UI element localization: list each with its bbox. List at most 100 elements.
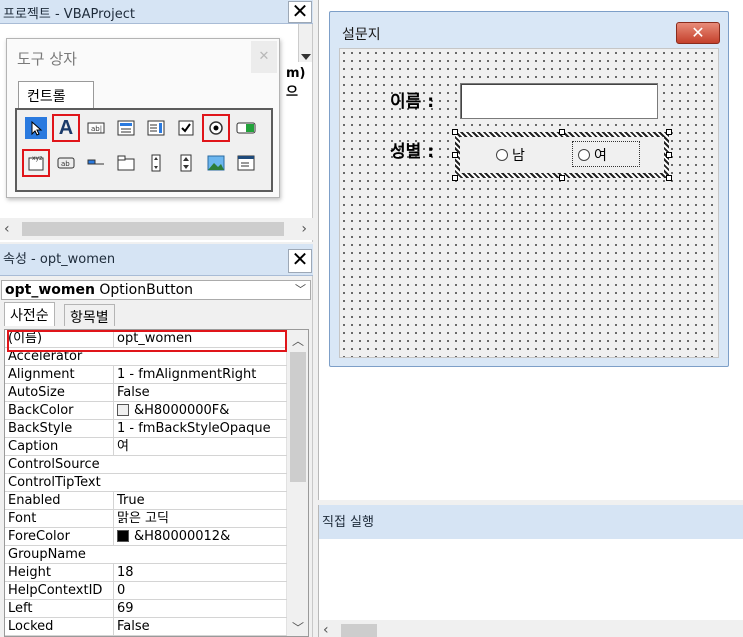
object-type: OptionButton bbox=[99, 282, 194, 298]
property-name: ControlSource bbox=[8, 457, 100, 472]
image-icon[interactable] bbox=[205, 152, 227, 174]
select-objects-icon[interactable] bbox=[25, 117, 47, 139]
property-name: Alignment bbox=[8, 367, 75, 382]
userform-close-button[interactable]: ✕ bbox=[676, 22, 720, 44]
gender-label[interactable]: 성별 : bbox=[390, 137, 434, 162]
property-row[interactable]: GroupName bbox=[5, 546, 287, 564]
option-male-label: 남 bbox=[512, 148, 525, 164]
property-name: HelpContextID bbox=[8, 583, 103, 598]
property-value[interactable]: True bbox=[113, 492, 285, 509]
color-swatch bbox=[117, 404, 129, 416]
refedit-icon[interactable] bbox=[235, 152, 257, 174]
property-row[interactable]: Enabled True bbox=[5, 492, 287, 510]
immediate-horizontal-scrollbar[interactable]: ‹ bbox=[319, 620, 743, 637]
resize-handle[interactable] bbox=[452, 152, 458, 158]
commandbutton-icon[interactable]: ab bbox=[55, 152, 77, 174]
property-value[interactable]: 18 bbox=[113, 564, 285, 581]
object-name: opt_women bbox=[5, 282, 95, 298]
object-selector-dropdown[interactable]: opt_women OptionButton ﹀ bbox=[1, 280, 311, 300]
svg-text:ab: ab bbox=[61, 160, 70, 168]
property-row[interactable]: Font 맑은 고딕 bbox=[5, 510, 287, 528]
property-row[interactable]: BackColor &H8000000F& bbox=[5, 402, 287, 420]
form-designer-area: 설문지 ✕ 이름 : 성별 : 남 여 bbox=[318, 0, 743, 500]
property-row[interactable]: AutoSize False bbox=[5, 384, 287, 402]
property-row[interactable]: Locked False bbox=[5, 618, 287, 636]
gender-frame[interactable]: 남 여 bbox=[455, 132, 669, 178]
togglebutton-icon[interactable] bbox=[235, 117, 257, 139]
properties-titlebar[interactable]: 속성 - opt_women ✕ bbox=[0, 244, 313, 276]
multipage-icon[interactable] bbox=[115, 152, 137, 174]
properties-pane: 속성 - opt_women ✕ opt_women OptionButton … bbox=[0, 244, 313, 637]
tab-alphabetic[interactable]: 사전순 bbox=[4, 302, 55, 326]
resize-handle[interactable] bbox=[666, 152, 672, 158]
optionbutton-icon[interactable] bbox=[202, 114, 230, 142]
property-row[interactable]: BackStyle 1 - fmBackStyleOpaque bbox=[5, 420, 287, 438]
scroll-thumb[interactable] bbox=[290, 352, 306, 482]
scroll-down-icon[interactable]: ﹀ bbox=[292, 619, 304, 636]
resize-handle[interactable] bbox=[559, 175, 565, 181]
resize-handle[interactable] bbox=[452, 175, 458, 181]
project-close-button[interactable]: ✕ bbox=[288, 1, 312, 23]
label-icon[interactable]: A bbox=[52, 114, 80, 142]
tab-categorized[interactable]: 항목별 bbox=[64, 304, 115, 326]
scroll-down-icon[interactable] bbox=[301, 54, 311, 60]
project-vertical-scrollbar[interactable] bbox=[298, 24, 312, 62]
property-row[interactable]: Alignment 1 - fmAlignmentRight bbox=[5, 366, 287, 384]
scroll-thumb[interactable] bbox=[341, 624, 377, 637]
userform-canvas[interactable]: 이름 : 성별 : 남 여 bbox=[339, 48, 719, 358]
property-value[interactable]: &H8000000F& bbox=[113, 402, 285, 419]
property-value[interactable]: 맑은 고딕 bbox=[113, 510, 285, 527]
combobox-icon[interactable] bbox=[115, 117, 137, 139]
property-value[interactable]: 69 bbox=[113, 600, 285, 617]
scrollbar-icon[interactable] bbox=[145, 152, 167, 174]
property-value[interactable]: 1 - fmAlignmentRight bbox=[113, 366, 285, 383]
toolbox-controls-panel: A ab| xyz ab bbox=[15, 108, 273, 192]
listbox-icon[interactable] bbox=[145, 117, 167, 139]
project-titlebar[interactable]: 프로젝트 - VBAProject ✕ bbox=[0, 0, 313, 24]
option-male[interactable]: 남 bbox=[496, 145, 525, 165]
checkbox-icon[interactable] bbox=[175, 117, 197, 139]
property-value[interactable]: &H80000012& bbox=[113, 528, 285, 545]
properties-close-button[interactable]: ✕ bbox=[288, 249, 312, 273]
toolbox-close-button[interactable]: ✕ bbox=[251, 41, 277, 73]
property-grid-scrollbar[interactable]: ︿ ﹀ bbox=[286, 330, 308, 636]
property-value[interactable]: 0 bbox=[113, 582, 285, 599]
property-row[interactable]: Height 18 bbox=[5, 564, 287, 582]
name-textbox[interactable] bbox=[460, 83, 658, 119]
project-horizontal-scrollbar[interactable]: ‹ › bbox=[0, 218, 313, 240]
property-row[interactable]: ControlTipText bbox=[5, 474, 287, 492]
resize-handle[interactable] bbox=[559, 129, 565, 135]
property-value-text: &H80000012& bbox=[134, 529, 231, 544]
property-name: Font bbox=[8, 511, 37, 526]
frame-icon[interactable]: xyz bbox=[22, 149, 50, 177]
immediate-window[interactable]: 직접 실행 ‹ bbox=[318, 505, 743, 637]
property-row[interactable]: Caption 여 bbox=[5, 438, 287, 456]
resize-handle[interactable] bbox=[666, 175, 672, 181]
property-grid: ︿ ﹀ (이름) opt_women Accelerator Alignment 1 -… bbox=[4, 329, 309, 637]
scroll-right-icon[interactable]: › bbox=[301, 221, 307, 237]
property-row[interactable]: HelpContextID 0 bbox=[5, 582, 287, 600]
textbox-icon[interactable]: ab| bbox=[85, 117, 107, 139]
tabstrip-icon[interactable] bbox=[85, 152, 107, 174]
toolbox-window: 도구 상자 ✕ 컨트롤 A ab| xyz ab bbox=[6, 38, 280, 198]
property-row[interactable]: Left 69 bbox=[5, 600, 287, 618]
scroll-left-icon[interactable]: ‹ bbox=[323, 622, 329, 637]
name-label[interactable]: 이름 : bbox=[390, 87, 434, 112]
property-row[interactable]: ForeColor &H80000012& bbox=[5, 528, 287, 546]
spinbutton-icon[interactable] bbox=[175, 152, 197, 174]
resize-handle[interactable] bbox=[666, 129, 672, 135]
resize-handle[interactable] bbox=[452, 129, 458, 135]
option-female[interactable]: 여 bbox=[578, 145, 607, 165]
scroll-left-icon[interactable]: ‹ bbox=[4, 221, 10, 237]
property-value[interactable]: False bbox=[113, 384, 285, 401]
property-row[interactable]: ControlSource bbox=[5, 456, 287, 474]
toolbox-tab-controls[interactable]: 컨트롤 bbox=[18, 81, 94, 109]
scroll-thumb[interactable] bbox=[22, 222, 284, 236]
immediate-titlebar[interactable]: 직접 실행 bbox=[319, 505, 743, 539]
property-value[interactable]: False bbox=[113, 618, 285, 635]
property-value[interactable]: 여 bbox=[113, 438, 285, 455]
scroll-up-icon[interactable]: ︿ bbox=[292, 332, 304, 349]
property-value[interactable]: 1 - fmBackStyleOpaque bbox=[113, 420, 285, 437]
userform-window[interactable]: 설문지 ✕ 이름 : 성별 : 남 여 bbox=[329, 11, 729, 367]
chevron-down-icon[interactable]: ﹀ bbox=[295, 281, 306, 299]
